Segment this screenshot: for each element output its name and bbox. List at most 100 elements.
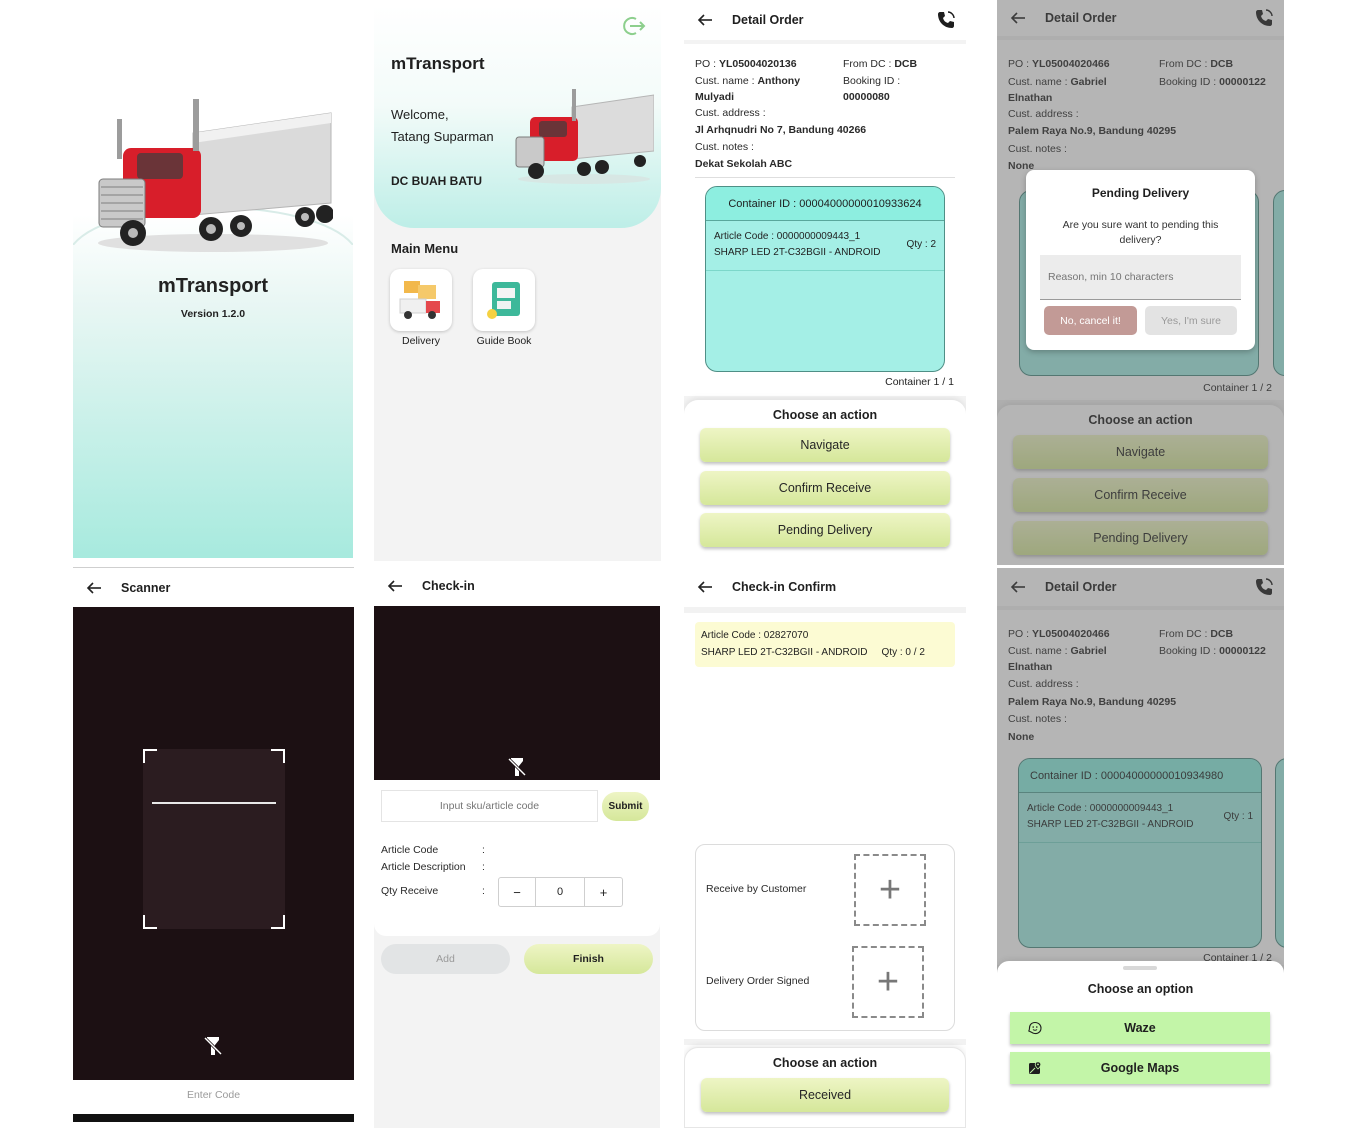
drag-handle[interactable] bbox=[1123, 966, 1157, 970]
google-maps-button[interactable]: Google Maps bbox=[1010, 1052, 1270, 1084]
navigate-button[interactable]: Navigate bbox=[700, 428, 950, 462]
option-sheet: Choose an option Waze Google Maps bbox=[997, 961, 1284, 1128]
welcome-text: Welcome, bbox=[391, 107, 449, 122]
page-title: Detail Order bbox=[732, 13, 804, 27]
back-arrow-icon[interactable] bbox=[83, 577, 105, 599]
pending-delivery-button[interactable]: Pending Delivery bbox=[700, 513, 950, 547]
checkin-confirm-screen: Check-in Confirm Article Code : 02827070… bbox=[684, 567, 966, 1128]
waze-label: Waze bbox=[1124, 1021, 1156, 1035]
booking-id-field: Booking ID :00000080 bbox=[843, 75, 901, 103]
enter-code-link[interactable]: Enter Code bbox=[73, 1089, 354, 1101]
confirm-receive-button[interactable]: Confirm Receive bbox=[700, 471, 950, 505]
home-screen: mTransport Welcome, Tatang Suparman DC B… bbox=[374, 5, 661, 561]
cust-name-field: Cust. name : Anthony Mulyadi bbox=[695, 75, 801, 103]
scanner-screen: Scanner Enter Code bbox=[73, 567, 354, 1122]
signed-photo-upload[interactable]: + bbox=[852, 946, 924, 1018]
page-title: Scanner bbox=[121, 580, 171, 595]
article-code-label: Article Code bbox=[381, 844, 439, 856]
container-count: Container 1 / 1 bbox=[885, 376, 954, 388]
flashlight-off-icon[interactable] bbox=[204, 1035, 222, 1057]
dialog-title: Pending Delivery bbox=[1091, 186, 1190, 200]
article-qty: Qty : 0 / 2 bbox=[881, 647, 925, 658]
pending-dialog: Pending Delivery Are you sure want to pe… bbox=[1026, 170, 1255, 350]
article-row: Article Code : 0000000009443_1 SHARP LED… bbox=[706, 221, 944, 271]
receive-by-customer-label: Receive by Customer bbox=[706, 883, 807, 895]
menu-item-guide-book[interactable]: Guide Book bbox=[466, 269, 542, 347]
waze-icon bbox=[1028, 1021, 1042, 1035]
article-qty: Qty : 2 bbox=[906, 239, 936, 250]
choose-option-heading: Choose an option bbox=[1087, 982, 1194, 996]
article-description: SHARP LED 2T-C32BGII - ANDROID bbox=[714, 247, 881, 258]
truck-illustration bbox=[98, 99, 333, 252]
receive-photo-upload[interactable]: + bbox=[854, 854, 926, 926]
qty-value[interactable]: 0 bbox=[536, 878, 585, 906]
increment-button[interactable]: + bbox=[585, 878, 622, 906]
cancel-button[interactable]: No, cancel it! bbox=[1044, 306, 1137, 335]
checkin-appbar: Check-in bbox=[374, 566, 660, 606]
from-dc-field: From DC : DCB bbox=[843, 58, 918, 70]
navigation-options-screen: Detail Order PO : YL05004020466 From DC … bbox=[997, 568, 1284, 1128]
decrement-button[interactable]: − bbox=[499, 878, 536, 906]
container-area: Container ID : 00004000000010933624 Arti… bbox=[684, 178, 966, 396]
back-arrow-icon[interactable] bbox=[694, 9, 716, 31]
received-button[interactable]: Received bbox=[701, 1078, 949, 1112]
flashlight-off-icon[interactable] bbox=[508, 756, 526, 778]
add-button[interactable]: Add bbox=[381, 944, 510, 974]
article-code: Article Code : 02827070 bbox=[701, 630, 809, 641]
scan-corner bbox=[143, 749, 157, 763]
plus-icon: + bbox=[878, 869, 902, 911]
phone-icon[interactable] bbox=[936, 10, 956, 30]
splash-screen: mTransport Version 1.2.0 bbox=[73, 5, 353, 558]
po-field: PO : YL05004020136 bbox=[695, 58, 797, 70]
container-card[interactable]: Container ID : 00004000000010933624 Arti… bbox=[705, 186, 945, 372]
main-menu-title: Main Menu bbox=[391, 241, 459, 256]
choose-action-heading: Choose an action bbox=[772, 408, 878, 422]
back-arrow-icon[interactable] bbox=[384, 575, 406, 597]
bottom-bar bbox=[73, 1114, 354, 1122]
home-app-name: mTransport bbox=[391, 54, 485, 73]
guide-book-icon bbox=[473, 269, 535, 331]
checkin-screen: Check-in Submit Article Code : Article D… bbox=[374, 566, 660, 1128]
order-info-panel: PO : YL05004020136 From DC : DCB Cust. n… bbox=[684, 44, 966, 178]
article-code: Article Code : 0000000009443_1 bbox=[714, 231, 861, 242]
checkin-form: Submit Article Code : Article Descriptio… bbox=[374, 780, 660, 936]
back-arrow-icon[interactable] bbox=[694, 576, 716, 598]
detail-order-screen: Detail Order PO : YL05004020136 From DC … bbox=[684, 0, 966, 555]
google-maps-label: Google Maps bbox=[1100, 1061, 1180, 1075]
user-name: Tatang Suparman bbox=[391, 129, 494, 144]
sku-input[interactable] bbox=[381, 790, 598, 822]
cust-notes-label: Cust. notes : bbox=[695, 141, 754, 153]
article-description-label: Article Description bbox=[381, 861, 466, 873]
scan-frame bbox=[143, 749, 285, 929]
header-divider bbox=[684, 607, 966, 613]
camera-preview[interactable] bbox=[374, 606, 660, 780]
menu-item-delivery[interactable]: Delivery bbox=[390, 269, 452, 347]
action-sheet: Choose an action Navigate Confirm Receiv… bbox=[684, 400, 966, 555]
colon: : bbox=[482, 844, 485, 856]
colon: : bbox=[482, 885, 485, 897]
confirm-appbar: Check-in Confirm bbox=[684, 567, 966, 607]
delivery-icon bbox=[390, 269, 452, 331]
plus-icon: + bbox=[876, 961, 900, 1003]
confirm-button[interactable]: Yes, I'm sure bbox=[1145, 306, 1237, 335]
camera-viewfinder[interactable] bbox=[73, 607, 354, 1080]
qty-receive-label: Qty Receive bbox=[381, 885, 439, 897]
dc-name: DC BUAH BATU bbox=[391, 174, 483, 188]
qty-stepper: − 0 + bbox=[498, 877, 623, 907]
menu-label-guide-book: Guide Book bbox=[476, 335, 532, 347]
article-description: SHARP LED 2T-C32BGII - ANDROID bbox=[701, 647, 868, 658]
cust-notes-value: Dekat Sekolah ABC bbox=[695, 158, 793, 170]
finish-button[interactable]: Finish bbox=[524, 944, 653, 974]
scanner-appbar: Scanner bbox=[73, 567, 354, 607]
logout-icon[interactable] bbox=[622, 15, 646, 37]
splash-version: Version 1.2.0 bbox=[180, 308, 246, 320]
cust-address-value: Jl Arhqnudri No 7, Bandung 40266 bbox=[695, 124, 867, 136]
submit-button[interactable]: Submit bbox=[602, 792, 649, 821]
cust-address-label: Cust. address : bbox=[695, 107, 766, 119]
truck-illustration-small bbox=[515, 89, 654, 184]
waze-button[interactable]: Waze bbox=[1010, 1012, 1270, 1044]
scan-corner bbox=[271, 749, 285, 763]
menu-label-delivery: Delivery bbox=[402, 335, 440, 347]
page-title: Check-in Confirm bbox=[732, 580, 837, 594]
reason-input[interactable] bbox=[1040, 255, 1241, 300]
